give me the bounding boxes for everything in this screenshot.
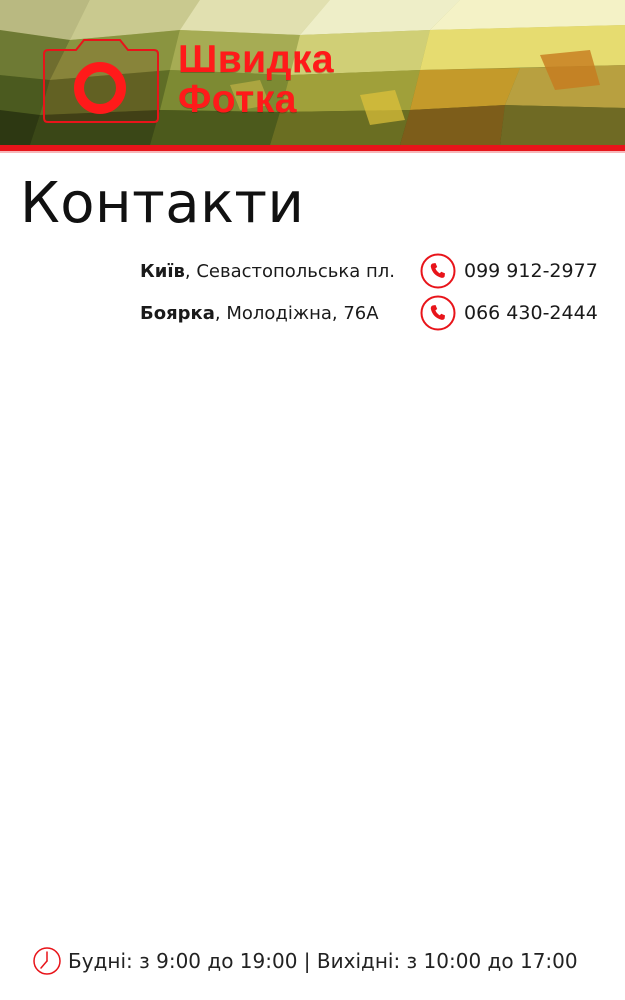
contact-city: Київ xyxy=(140,260,185,282)
working-hours-footer: Будні: з 9:00 до 19:00 | Вихідні: з 10:0… xyxy=(32,944,612,978)
phone-icon[interactable] xyxy=(420,295,456,331)
working-hours-text: Будні: з 9:00 до 19:00 | Вихідні: з 10:0… xyxy=(68,949,578,973)
contact-city: Боярка xyxy=(140,302,215,324)
brand-name-line1: Швидка xyxy=(178,38,335,81)
contacts-list: Київ, Севастопольська пл. 099 912-2977 Б… xyxy=(140,250,610,334)
contact-address: Боярка, Молодіжна, 76А xyxy=(140,303,420,324)
clock-icon xyxy=(33,947,61,975)
contact-phone-link[interactable]: 099 912-2977 xyxy=(464,260,598,282)
page: Швидка Фотка Контакти Київ, Севастопольс… xyxy=(0,0,625,1000)
header-banner: Швидка Фотка xyxy=(0,0,625,145)
contact-street: , Севастопольська пл. xyxy=(184,260,396,282)
contact-street: , Молодіжна, 76А xyxy=(214,302,379,324)
phone-icon[interactable] xyxy=(420,253,456,289)
brand-logo[interactable]: Швидка Фотка xyxy=(42,36,372,124)
header-accent-line xyxy=(0,151,625,153)
contact-row-kyiv: Київ, Севастопольська пл. 099 912-2977 xyxy=(140,250,610,292)
brand-name: Швидка Фотка xyxy=(178,40,334,120)
page-title: Контакти xyxy=(20,171,305,236)
camera-icon xyxy=(43,39,159,123)
brand-name-line2: Фотка xyxy=(178,78,297,121)
contact-row-boyarka: Боярка, Молодіжна, 76А 066 430-2444 xyxy=(140,292,610,334)
contact-address: Київ, Севастопольська пл. xyxy=(140,261,420,282)
contact-phone-link[interactable]: 066 430-2444 xyxy=(464,302,598,324)
